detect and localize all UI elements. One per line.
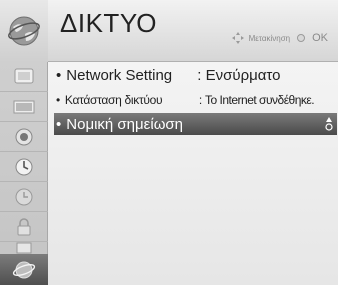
hint-ok-label: OK: [312, 32, 328, 44]
navigation-hint: Μετακίνηση OK: [231, 30, 328, 46]
network-icon: [12, 261, 36, 278]
sidebar-item-input[interactable]: [0, 242, 48, 254]
input-icon: [16, 242, 32, 254]
sidebar-item-picture[interactable]: [0, 62, 48, 92]
sidebar-item-time[interactable]: [0, 182, 48, 212]
menu-item-value: Ενσύρματο: [205, 67, 281, 84]
menu-item-label: Νομική σημείωση: [66, 115, 183, 133]
sidebar-item-screen[interactable]: [0, 122, 48, 152]
move-arrows-icon: [231, 32, 244, 44]
menu-title: ΔΙΚΤΥΟ: [60, 8, 157, 38]
bullet: •: [56, 67, 62, 84]
lock-icon: [17, 217, 31, 235]
menu-content: • Network Setting : Ενσύρματο • Κατάστασ…: [48, 62, 338, 285]
menu-item-network-setting[interactable]: • Network Setting : Ενσύρματο: [56, 65, 332, 86]
network-menu: ΔΙΚΤΥΟ Μετακίνηση OK • Network Setting :…: [0, 0, 338, 285]
hint-move-label: Μετακίνηση: [248, 33, 291, 43]
bullet: •: [56, 115, 62, 133]
separator: :: [198, 92, 202, 107]
menu-header: ΔΙΚΤΥΟ Μετακίνηση OK: [48, 0, 338, 62]
bullet: •: [56, 92, 60, 107]
category-sidebar: [0, 0, 48, 285]
option-icon: [15, 158, 33, 175]
menu-item-label: Network Setting: [66, 67, 173, 84]
menu-item-value: Το Internet συνδέθηκε.: [205, 92, 315, 107]
ok-button-icon: [297, 34, 306, 42]
sidebar-item-network[interactable]: [0, 254, 48, 285]
menu-item-label: Κατάσταση δικτύου: [64, 92, 163, 107]
menu-item-legal-notice[interactable]: • Νομική σημείωση: [54, 113, 337, 135]
tv-picture-icon: [14, 68, 34, 83]
clock-icon: [15, 188, 33, 205]
menu-item-network-status[interactable]: • Κατάσταση δικτύου : Το Internet συνδέθ…: [56, 89, 332, 110]
network-globe-icon: [0, 0, 48, 62]
sidebar-item-lock[interactable]: [0, 212, 48, 242]
screen-icon: [15, 128, 33, 145]
audio-icon: [13, 100, 35, 113]
separator: :: [197, 67, 202, 84]
sidebar-item-option[interactable]: [0, 152, 48, 182]
sidebar-item-audio[interactable]: [0, 92, 48, 122]
scroll-updown-icon: [325, 117, 333, 131]
